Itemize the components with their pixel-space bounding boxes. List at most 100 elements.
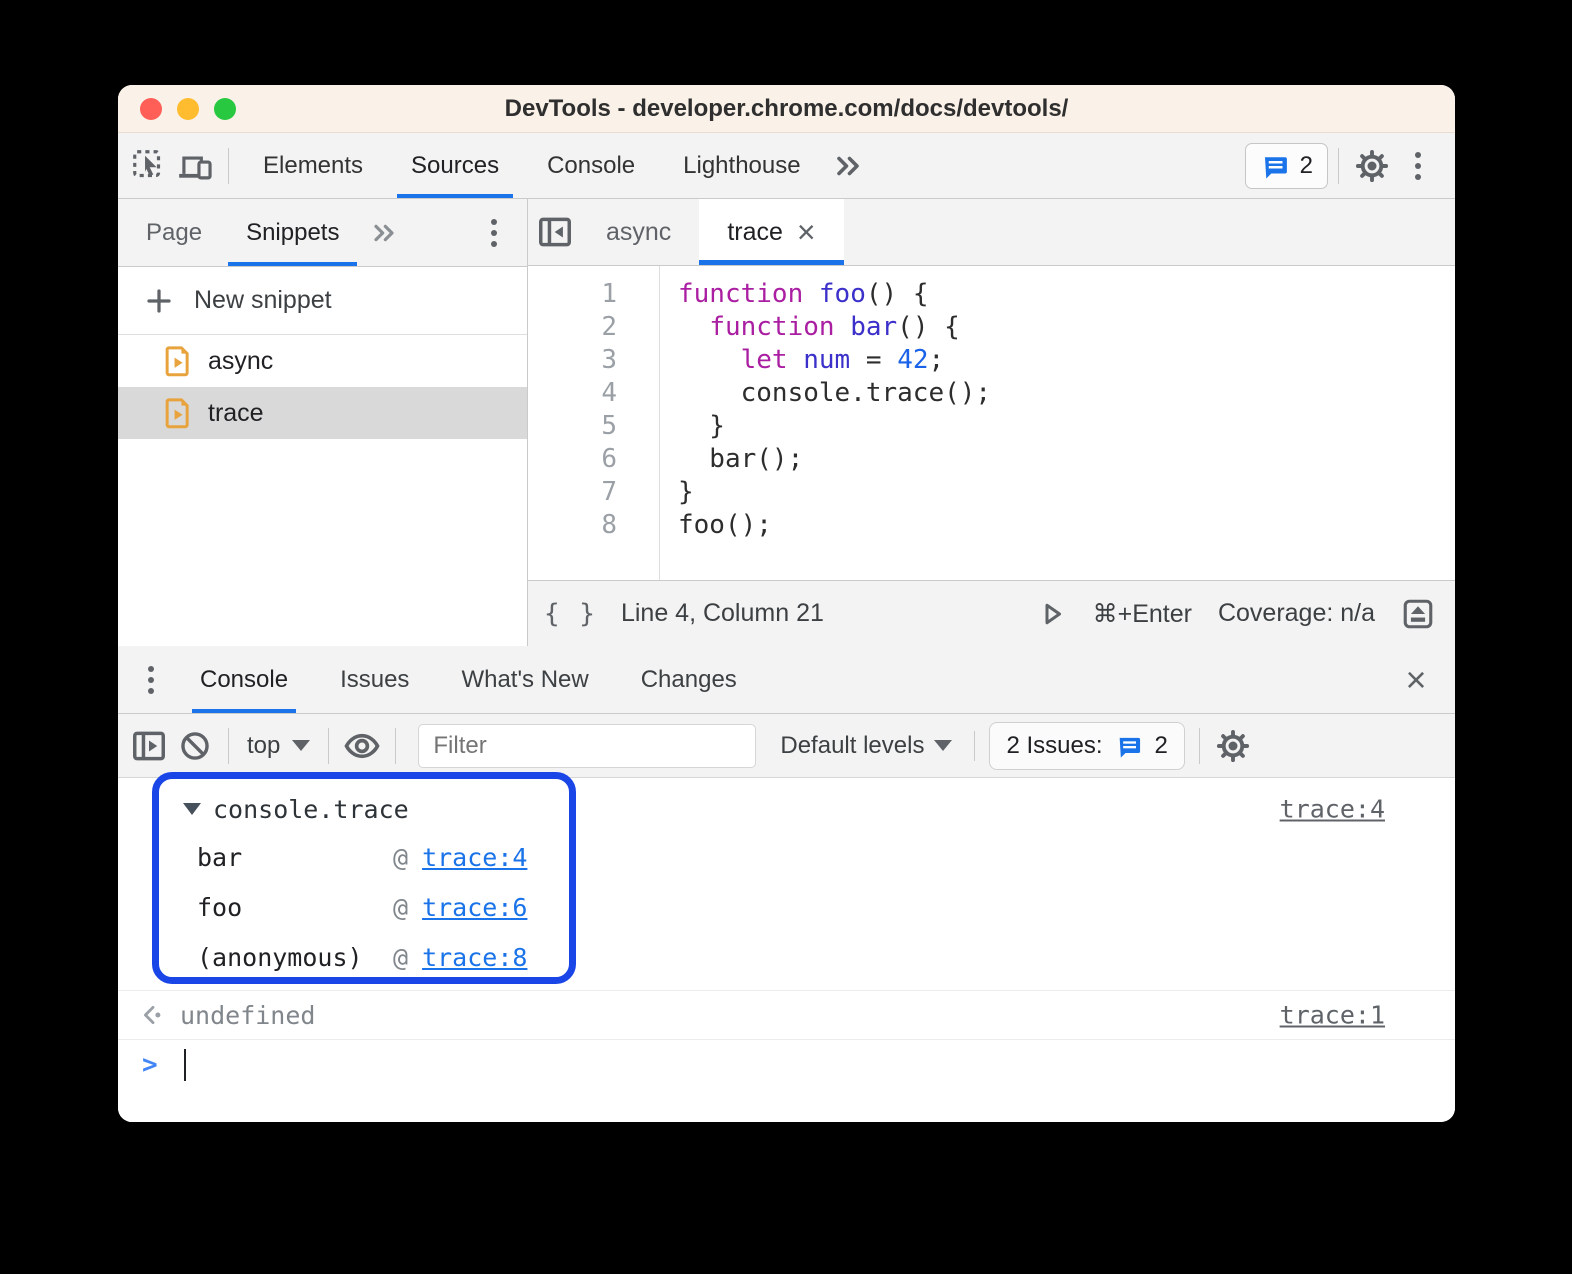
pretty-print-icon[interactable]: { } <box>544 599 597 629</box>
line-number: 3 <box>601 345 617 375</box>
more-panels-icon[interactable] <box>825 142 871 190</box>
editor-statusbar: { } Line 4, Column 21 ⌘+Enter Coverage: … <box>528 580 1455 646</box>
tab-lighthouse[interactable]: Lighthouse <box>659 133 824 198</box>
drawer-tab-console[interactable]: Console <box>174 646 314 713</box>
snippet-file-list: async trace <box>118 335 527 439</box>
run-snippet-icon[interactable] <box>1037 590 1067 638</box>
snippet-item-async[interactable]: async <box>118 335 527 387</box>
code-token: } <box>678 477 694 507</box>
editor-tabs: async trace × <box>528 199 1455 266</box>
tab-sources[interactable]: Sources <box>387 133 523 198</box>
issues-count: 2 <box>1299 151 1313 179</box>
titlebar: DevTools - developer.chrome.com/docs/dev… <box>118 85 1455 133</box>
code-token: num <box>803 345 851 375</box>
snippet-file-icon <box>165 398 189 429</box>
code-token: function <box>709 312 835 342</box>
snippet-file-icon <box>165 346 189 377</box>
snippet-file-name: trace <box>208 398 264 427</box>
live-expression-eye-icon[interactable] <box>339 722 385 770</box>
issues-counter-button[interactable]: 2 <box>1244 142 1328 189</box>
javascript-context-selector[interactable]: top <box>239 732 318 760</box>
code-token: foo(); <box>678 510 772 540</box>
snippet-item-trace[interactable]: trace <box>118 387 527 439</box>
zoom-window-button[interactable] <box>214 98 236 120</box>
tab-elements[interactable]: Elements <box>239 133 387 198</box>
line-number: 2 <box>601 312 617 342</box>
trace-source-link[interactable]: trace:4 <box>1280 795 1385 824</box>
frame-function-name: bar <box>197 842 243 872</box>
eject-drawer-icon[interactable] <box>1401 590 1435 638</box>
console-trace-group-header[interactable]: console.trace trace:4 <box>118 786 1455 832</box>
triangle-expanded-icon[interactable] <box>183 803 201 815</box>
console-result-row: undefined trace:1 <box>118 990 1455 1040</box>
frame-function-name: foo <box>197 892 243 922</box>
editor-tab-label: async <box>606 217 672 246</box>
close-tab-icon[interactable]: × <box>797 216 816 248</box>
stack-trace: bar @ trace:4 foo @ trace:6 (anonymous) @ trace:… <box>118 832 1455 982</box>
drawer-tab-issues[interactable]: Issues <box>314 646 435 713</box>
issues-chat-icon <box>1119 737 1140 758</box>
sources-panel: Page Snippets New snippet async trace as… <box>118 199 1455 646</box>
code-token: = <box>850 345 898 375</box>
clear-console-icon[interactable] <box>172 722 218 770</box>
navigator-kebab-icon[interactable] <box>471 209 517 257</box>
code-line: } <box>678 410 991 443</box>
close-drawer-icon[interactable]: × <box>1393 656 1439 704</box>
code-token: foo <box>818 279 866 309</box>
code-token: 42 <box>897 345 929 375</box>
stack-frame-row: foo @ trace:6 <box>118 882 1455 932</box>
more-navigator-tabs-icon[interactable] <box>361 209 407 257</box>
inspect-element-icon[interactable] <box>126 142 172 190</box>
issues-pill-button[interactable]: 2 Issues: 2 <box>989 721 1185 770</box>
settings-gear-icon[interactable] <box>1349 142 1395 190</box>
navigator-tabs: Page Snippets <box>118 199 527 267</box>
code-token: ; <box>928 345 945 375</box>
show-console-sidebar-icon[interactable] <box>126 722 172 770</box>
devtools-window: DevTools - developer.chrome.com/docs/dev… <box>118 85 1455 1122</box>
code-token: () { <box>865 279 929 309</box>
navigator-tab-snippets[interactable]: Snippets <box>224 199 361 266</box>
code-line: foo(); <box>678 509 991 542</box>
code-line: } <box>678 476 991 509</box>
drawer-tab-changes[interactable]: Changes <box>615 646 763 713</box>
frame-source-link[interactable]: trace:8 <box>422 943 527 972</box>
prompt-chevron-icon: > <box>142 1050 158 1080</box>
console-settings-gear-icon[interactable] <box>1210 722 1256 770</box>
frame-source-link[interactable]: trace:4 <box>422 843 527 872</box>
tab-console[interactable]: Console <box>523 133 659 198</box>
more-options-kebab-icon[interactable] <box>1395 142 1441 190</box>
minimize-window-button[interactable] <box>177 98 199 120</box>
drawer-tab-what-s-new[interactable]: What's New <box>435 646 614 713</box>
toolbar-divider <box>228 147 229 184</box>
editor-tab-trace[interactable]: trace × <box>699 199 844 265</box>
code-editor[interactable]: 12345678 function foo() { function bar()… <box>528 266 1455 580</box>
frame-source-link[interactable]: trace:6 <box>422 893 527 922</box>
window-title: DevTools - developer.chrome.com/docs/dev… <box>504 94 1069 122</box>
code-token: } <box>678 411 725 441</box>
code-line: function foo() { <box>678 278 991 311</box>
navigator-tab-page[interactable]: Page <box>124 199 224 266</box>
issues-chat-icon <box>1264 156 1287 178</box>
device-toolbar-icon[interactable] <box>172 142 218 190</box>
hide-navigator-icon[interactable] <box>532 208 578 256</box>
navigator-sidebar: Page Snippets New snippet async trace <box>118 199 528 646</box>
code-line: bar(); <box>678 443 991 476</box>
drawer-kebab-icon[interactable] <box>128 656 174 704</box>
filter-input[interactable] <box>418 723 757 768</box>
stack-frame-row: (anonymous) @ trace:8 <box>118 932 1455 982</box>
log-levels-selector[interactable]: Default levels <box>768 732 964 760</box>
new-snippet-button[interactable]: New snippet <box>118 267 527 335</box>
traffic-lights <box>140 98 236 120</box>
editor-tab-async[interactable]: async <box>578 199 699 265</box>
panel-tabs: Elements Sources Console Lighthouse <box>239 133 825 198</box>
result-source-link[interactable]: trace:1 <box>1280 1001 1385 1030</box>
code-line: function bar() { <box>678 311 991 344</box>
line-number: 6 <box>601 444 617 474</box>
close-window-button[interactable] <box>140 98 162 120</box>
trace-group-label: console.trace <box>213 794 409 824</box>
console-prompt[interactable]: > <box>118 1040 1455 1090</box>
